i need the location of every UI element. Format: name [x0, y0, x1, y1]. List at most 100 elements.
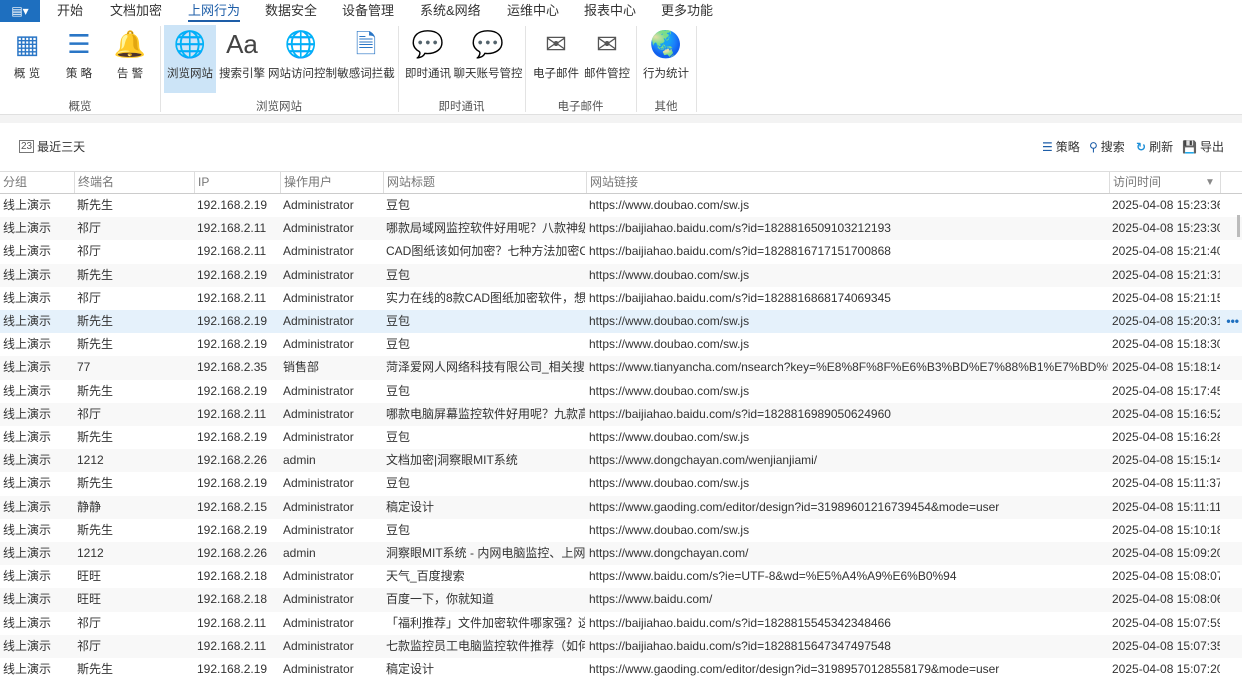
ribbon-button-document-shield[interactable]: 🗎敏感词拦截 [336, 25, 396, 93]
alarm-bell-icon: 🔔 [108, 27, 152, 61]
table-row[interactable]: 线上演示斯先生192.168.2.19Administrator豆包https:… [0, 310, 1242, 333]
ribbon-button-alarm-bell[interactable]: 🔔告 警 [108, 25, 152, 93]
ribbon-button-globe-stats[interactable]: 🌏行为统计 [640, 25, 692, 93]
table-row[interactable]: 线上演示斯先生192.168.2.19Administrator豆包https:… [0, 194, 1242, 217]
ribbon-button-label: 网站访问控制 [268, 65, 334, 81]
scrollbar[interactable] [1237, 215, 1240, 237]
menu-item[interactable]: 运维中心 [507, 0, 559, 22]
menu-item[interactable]: 上网行为 [188, 0, 240, 22]
calendar-icon: 23 [19, 140, 34, 153]
table-cell: 斯先生 [77, 333, 193, 356]
table-cell: 线上演示 [3, 403, 73, 426]
table-cell: 斯先生 [77, 472, 193, 495]
column-header[interactable]: 分组 [0, 172, 74, 193]
table-cell: 祁厅 [77, 635, 193, 658]
table-cell: 2025-04-08 15:21:31 [1112, 264, 1220, 287]
table-row[interactable]: 线上演示77192.168.2.35销售部菏泽爱网人网络科技有限公司_相关搜索结… [0, 356, 1242, 379]
table-row[interactable]: 线上演示1212192.168.2.26admin文档加密|洞察眼MIT系统ht… [0, 449, 1242, 472]
table-row[interactable]: 线上演示斯先生192.168.2.19Administrator豆包https:… [0, 380, 1242, 403]
refresh-button[interactable]: ↻刷新 [1136, 138, 1173, 155]
table-cell: 192.168.2.18 [197, 588, 279, 611]
ribbon-button-label: 策 略 [57, 65, 101, 81]
column-header[interactable]: 终端名 [74, 172, 194, 193]
table-cell: 祁厅 [77, 287, 193, 310]
table-cell: Administrator [283, 264, 382, 287]
menu-bar: ▤▾ 开始 文档加密 上网行为 数据安全 设备管理 系统&网络 运维中心 报表中心 更多功能 [0, 0, 1242, 22]
table-cell: Administrator [283, 612, 382, 635]
ribbon-button-email-shield[interactable]: ✉邮件管控 [583, 25, 631, 93]
table-cell: 2025-04-08 15:11:37 [1112, 472, 1220, 495]
document-shield-icon: 🗎 [336, 27, 396, 61]
table-cell: https://baijiahao.baidu.com/s?id=1828816… [589, 403, 1108, 426]
table-cell: 百度一下，你就知道 [386, 588, 585, 611]
table-cell: 192.168.2.11 [197, 287, 279, 310]
policy-label: 策略 [1056, 138, 1080, 155]
export-label: 导出 [1200, 138, 1224, 155]
table-row[interactable]: 线上演示斯先生192.168.2.19Administrator豆包https:… [0, 519, 1242, 542]
menu-item[interactable]: 报表中心 [584, 0, 636, 22]
column-header[interactable]: IP [194, 172, 280, 193]
date-range-button[interactable]: 23最近三天 [19, 138, 85, 155]
table-row[interactable]: 线上演示旺旺192.168.2.18Administrator百度一下，你就知道… [0, 588, 1242, 611]
table-row[interactable]: 线上演示祁厅192.168.2.11Administrator七款监控员工电脑监… [0, 635, 1242, 658]
ribbon-button-search-engine-aa[interactable]: Aa搜索引擎 [218, 25, 266, 93]
ribbon-button-policy-sliders[interactable]: ☰策 略 [57, 25, 101, 93]
policy-button[interactable]: ☰策略 [1042, 138, 1080, 155]
table-row[interactable]: 线上演示斯先生192.168.2.19Administrator豆包https:… [0, 472, 1242, 495]
column-header[interactable]: 网站标题 [383, 172, 586, 193]
table-row[interactable]: 线上演示斯先生192.168.2.19Administrator豆包https:… [0, 264, 1242, 287]
table-cell: https://www.baidu.com/s?ie=UTF-8&wd=%E5%… [589, 565, 1108, 588]
table-row[interactable]: 线上演示祁厅192.168.2.11AdministratorCAD图纸该如何加… [0, 240, 1242, 263]
table-cell: 2025-04-08 15:20:31 [1112, 310, 1220, 333]
ribbon-button-chat-bubble[interactable]: 💬即时通讯 [403, 25, 453, 93]
table-row[interactable]: 线上演示斯先生192.168.2.19Administrator豆包https:… [0, 333, 1242, 356]
export-button[interactable]: 💾导出 [1182, 138, 1224, 155]
table-row[interactable]: 线上演示祁厅192.168.2.11Administrator「福利推荐」文件加… [0, 612, 1242, 635]
ribbon-button-globe[interactable]: 🌐浏览网站 [164, 25, 216, 93]
menu-item[interactable]: 系统&网络 [420, 0, 481, 22]
table-cell: 线上演示 [3, 310, 73, 333]
ribbon-button-overview-grid[interactable]: ▦概 览 [5, 25, 49, 93]
search-button[interactable]: ⚲搜索 [1089, 138, 1125, 155]
table-cell: 1212 [77, 449, 193, 472]
table-cell: 线上演示 [3, 194, 73, 217]
table-cell: 斯先生 [77, 194, 193, 217]
table-row[interactable]: 线上演示斯先生192.168.2.19Administrator稿定设计http… [0, 658, 1242, 681]
table-row[interactable]: 线上演示斯先生192.168.2.19Administrator豆包https:… [0, 426, 1242, 449]
table-row[interactable]: 线上演示1212192.168.2.26admin洞察眼MIT系统 - 内网电脑… [0, 542, 1242, 565]
table-cell: 192.168.2.19 [197, 380, 279, 403]
menu-item[interactable]: 设备管理 [342, 0, 394, 22]
table-cell: 豆包 [386, 310, 585, 333]
sort-dropdown-icon[interactable]: ▼ [1205, 172, 1215, 193]
table-row[interactable]: 线上演示祁厅192.168.2.11Administrator哪款局域网监控软件… [0, 217, 1242, 240]
table-cell: 线上演示 [3, 449, 73, 472]
app-menu-button[interactable]: ▤▾ [0, 0, 40, 22]
table-cell: Administrator [283, 217, 382, 240]
table-cell: 斯先生 [77, 426, 193, 449]
table-row[interactable]: 线上演示祁厅192.168.2.11Administrator实力在线的8款CA… [0, 287, 1242, 310]
table-row[interactable]: 线上演示旺旺192.168.2.18Administrator天气_百度搜索ht… [0, 565, 1242, 588]
ribbon-group-label: 电子邮件 [525, 98, 636, 114]
menu-item[interactable]: 数据安全 [265, 0, 317, 22]
ribbon-button-label: 聊天账号管控 [453, 65, 523, 81]
menu-item[interactable]: 更多功能 [661, 0, 713, 22]
column-header[interactable]: 网站链接 [586, 172, 1109, 193]
table-cell: 192.168.2.11 [197, 403, 279, 426]
ribbon-button-chat-user[interactable]: 💬聊天账号管控 [453, 25, 523, 93]
more-options-icon[interactable]: ••• [1226, 310, 1239, 333]
ribbon-group-label: 浏览网站 [160, 98, 398, 114]
ribbon-button-label: 邮件管控 [583, 65, 631, 81]
ribbon-button-email[interactable]: ✉电子邮件 [532, 25, 580, 93]
ribbon-button-globe-check[interactable]: 🌐网站访问控制 [268, 25, 334, 93]
refresh-icon: ↻ [1136, 140, 1146, 154]
table-cell: Administrator [283, 380, 382, 403]
menu-item[interactable]: 开始 [57, 0, 83, 22]
table-cell: 192.168.2.19 [197, 472, 279, 495]
search-engine-aa-icon: Aa [218, 27, 266, 61]
menu-item[interactable]: 文档加密 [110, 0, 162, 22]
table-row[interactable]: 线上演示静静192.168.2.15Administrator稿定设计https… [0, 496, 1242, 519]
column-header[interactable]: 操作用户 [280, 172, 383, 193]
table-cell: Administrator [283, 333, 382, 356]
table-row[interactable]: 线上演示祁厅192.168.2.11Administrator哪款电脑屏幕监控软… [0, 403, 1242, 426]
table-cell: 192.168.2.19 [197, 519, 279, 542]
